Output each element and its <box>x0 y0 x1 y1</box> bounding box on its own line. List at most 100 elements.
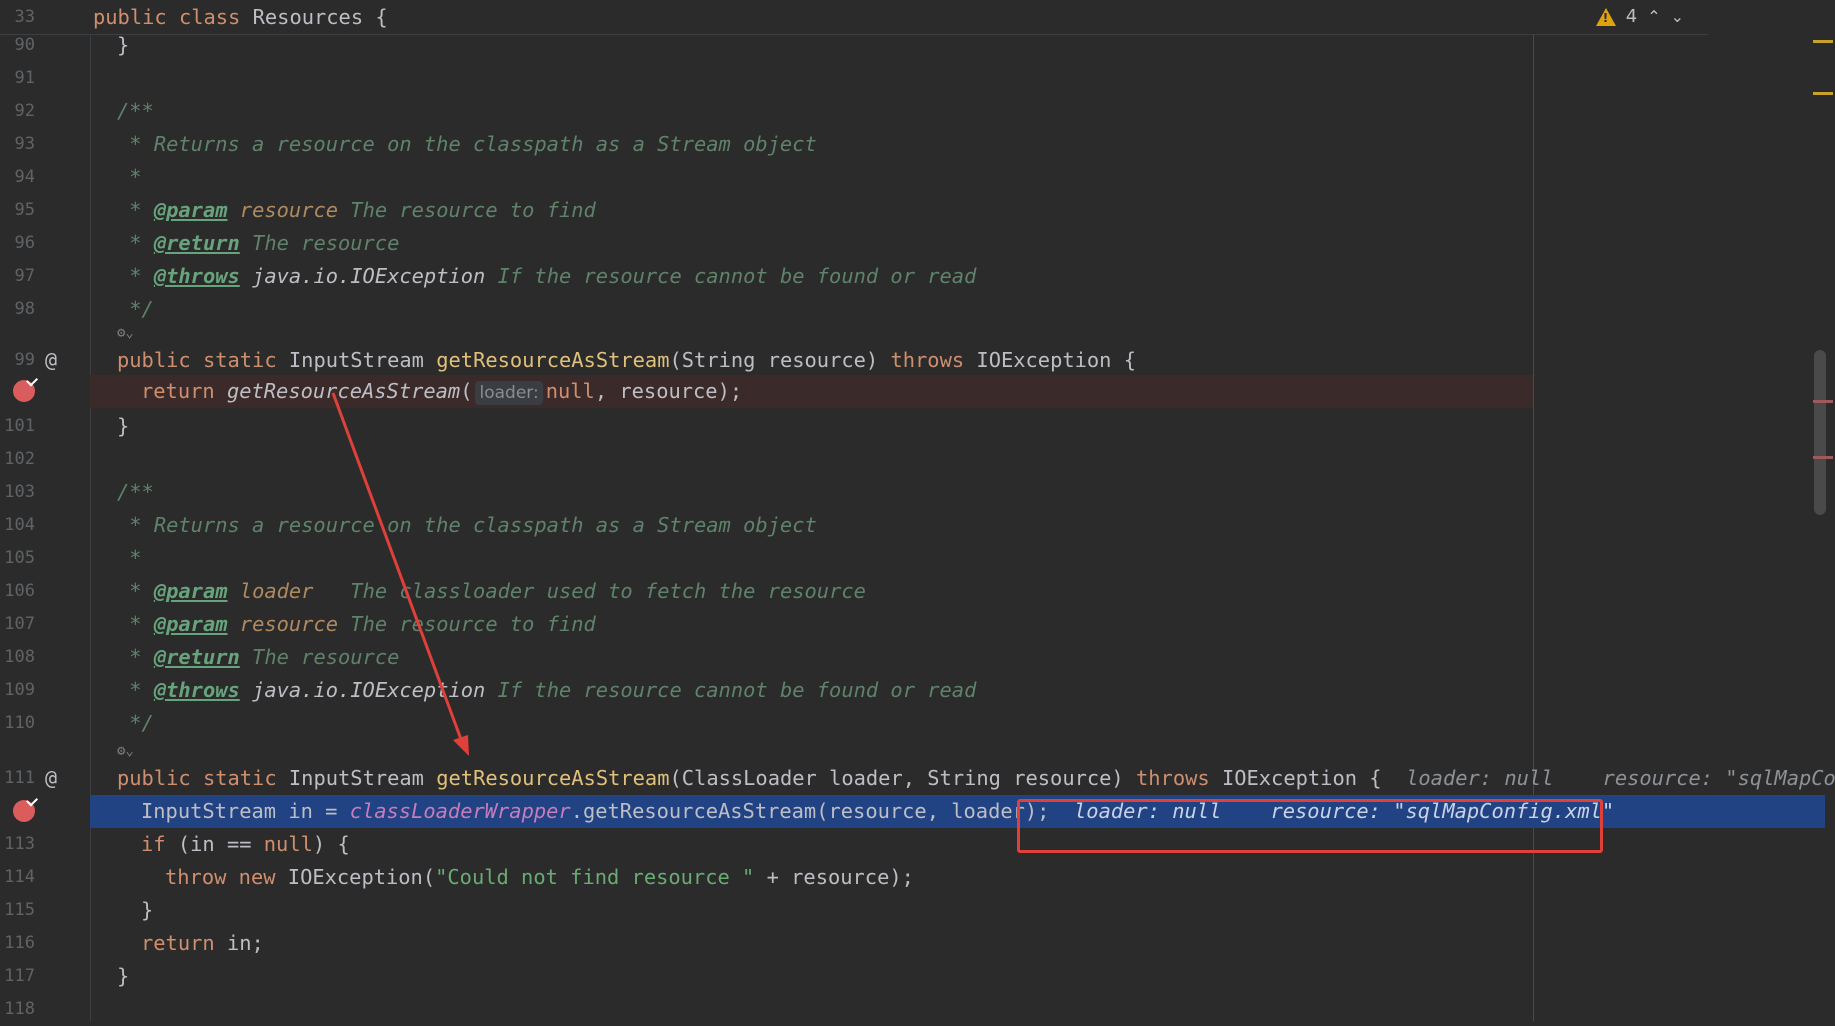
line-number: 105 <box>4 548 35 568</box>
line-number: 114 <box>4 867 35 887</box>
code-text: /** <box>117 99 154 123</box>
inspection-widget[interactable]: ! 4 ⌃ ⌄ <box>1595 6 1684 27</box>
code-line-100[interactable]: return getResourceAsStream(loader: null, … <box>0 375 1835 408</box>
method-signature: public static InputStream getResourceAsS… <box>117 762 1835 795</box>
code-text: */ <box>117 297 154 321</box>
code-text: } <box>117 414 130 438</box>
code-text: } <box>117 33 130 57</box>
code-text: * @throws java.io.IOException If the res… <box>117 264 977 288</box>
line-number: 103 <box>4 482 35 502</box>
code-text: } <box>141 898 154 922</box>
line-number: 106 <box>4 581 35 601</box>
code-line-99[interactable]: 99 @ public static InputStream getResour… <box>0 344 1835 377</box>
warning-icon: ! <box>1595 7 1616 26</box>
line-number: 93 <box>14 134 35 154</box>
scroll-marker-breakpoint[interactable] <box>1813 400 1833 403</box>
code-line-101[interactable]: 101} <box>0 410 1835 443</box>
code-line-116[interactable]: 116 return in; <box>0 927 1835 960</box>
code-line-107[interactable]: 107 * @param resource The resource to fi… <box>0 608 1835 641</box>
code-text: * @return The resource <box>117 231 400 255</box>
code-text: * <box>117 165 142 189</box>
line-number: 117 <box>4 966 35 986</box>
line-number: 90 <box>14 35 35 55</box>
breakpoint-icon[interactable] <box>13 380 35 402</box>
annotation-highlight-box <box>1017 799 1603 853</box>
scroll-marker-breakpoint[interactable] <box>1813 456 1833 459</box>
parameter-hint: loader: <box>475 381 543 405</box>
scroll-marker-warning[interactable] <box>1813 92 1833 95</box>
code-text: * Returns a resource on the classpath as… <box>117 513 817 537</box>
warning-count: 4 <box>1625 6 1638 27</box>
code-text: * @param resource The resource to find <box>117 612 596 636</box>
class-name: Resources { <box>252 5 388 29</box>
line-number: 107 <box>4 614 35 634</box>
line-number: 108 <box>4 647 35 667</box>
fold-toggle-icon[interactable]: ⚙⌄ <box>117 323 134 343</box>
code-text: * @param loader The classloader used to … <box>117 579 866 603</box>
line-number: 104 <box>4 515 35 535</box>
code-line-91[interactable]: 91 <box>0 62 1835 95</box>
method-signature: public static InputStream getResourceAsS… <box>117 348 1137 372</box>
code-line-96[interactable]: 96 * @return The resource <box>0 227 1835 260</box>
code-line-102[interactable]: 102 <box>0 443 1835 476</box>
code-line-110[interactable]: 110 */ <box>0 707 1835 740</box>
line-number: 95 <box>14 200 35 220</box>
code-line-117[interactable]: 117} <box>0 960 1835 993</box>
chevron-down-icon[interactable]: ⌄ <box>1671 7 1684 26</box>
code-line-104[interactable]: 104 * Returns a resource on the classpat… <box>0 509 1835 542</box>
code-text: } <box>117 964 130 988</box>
code-line-114[interactable]: 114 throw new IOException("Could not fin… <box>0 861 1835 894</box>
code-line-115[interactable]: 115} <box>0 894 1835 927</box>
chevron-up-icon[interactable]: ⌃ <box>1647 7 1660 26</box>
code-line-90[interactable]: 90} <box>0 29 1835 62</box>
code-text: * @throws java.io.IOException If the res… <box>117 678 977 702</box>
code-text: * <box>117 546 142 570</box>
line-number: 94 <box>14 167 35 187</box>
breakpoint-icon[interactable] <box>13 800 35 822</box>
code-line-105[interactable]: 105 * <box>0 542 1835 575</box>
line-number: 110 <box>4 713 35 733</box>
keyword: class <box>178 5 241 29</box>
line-number: 111 <box>4 768 35 788</box>
fold-toggle-icon[interactable]: ⚙⌄ <box>117 741 134 761</box>
code-line-106[interactable]: 106 * @param loader The classloader used… <box>0 575 1835 608</box>
code-line-109[interactable]: 109 * @throws java.io.IOException If the… <box>0 674 1835 707</box>
line-number: 115 <box>4 900 35 920</box>
line-number: 113 <box>4 834 35 854</box>
debug-inline-value: resource: "sqlMapConf <box>1602 766 1835 790</box>
return-statement: return in; <box>141 931 264 955</box>
code-text: */ <box>117 711 154 735</box>
code-text: /** <box>117 480 154 504</box>
line-number: 101 <box>4 416 35 436</box>
line-number: 98 <box>14 299 35 319</box>
line-number: 118 <box>4 999 35 1019</box>
code-line-103[interactable]: 103 /** <box>0 476 1835 509</box>
line-number: 102 <box>4 449 35 469</box>
vertical-scrollbar[interactable] <box>1814 350 1826 515</box>
code-line-98[interactable]: 98 */ <box>0 293 1835 326</box>
line-number: 92 <box>14 101 35 121</box>
keyword: public <box>93 5 167 29</box>
code-line-92[interactable]: 92 /** <box>0 95 1835 128</box>
implementation-icon[interactable]: @ <box>45 762 57 795</box>
line-number: 99 <box>14 350 35 370</box>
code-text: * Returns a resource on the classpath as… <box>117 132 817 156</box>
line-number: 97 <box>14 266 35 286</box>
code-line-97[interactable]: 97 * @throws java.io.IOException If the … <box>0 260 1835 293</box>
code-line-95[interactable]: 95 * @param resource The resource to fin… <box>0 194 1835 227</box>
code-text: * @return The resource <box>117 645 400 669</box>
if-statement: if (in == null) { <box>141 832 350 856</box>
code-line-111[interactable]: 111 @ public static InputStream getResou… <box>0 762 1835 795</box>
line-number: 96 <box>14 233 35 253</box>
return-statement: return getResourceAsStream(loader: null, … <box>141 379 743 405</box>
code-line-108[interactable]: 108 * @return The resource <box>0 641 1835 674</box>
code-line-118[interactable]: 118 <box>0 993 1835 1026</box>
throw-statement: throw new IOException("Could not find re… <box>165 865 914 889</box>
code-line-94[interactable]: 94 * <box>0 161 1835 194</box>
implementation-icon[interactable]: @ <box>45 344 57 377</box>
code-line-93[interactable]: 93 * Returns a resource on the classpath… <box>0 128 1835 161</box>
line-number: 109 <box>4 680 35 700</box>
debug-inline-value: loader: null <box>1406 766 1554 790</box>
scroll-marker-warning[interactable] <box>1813 40 1833 43</box>
line-number: 91 <box>14 68 35 88</box>
